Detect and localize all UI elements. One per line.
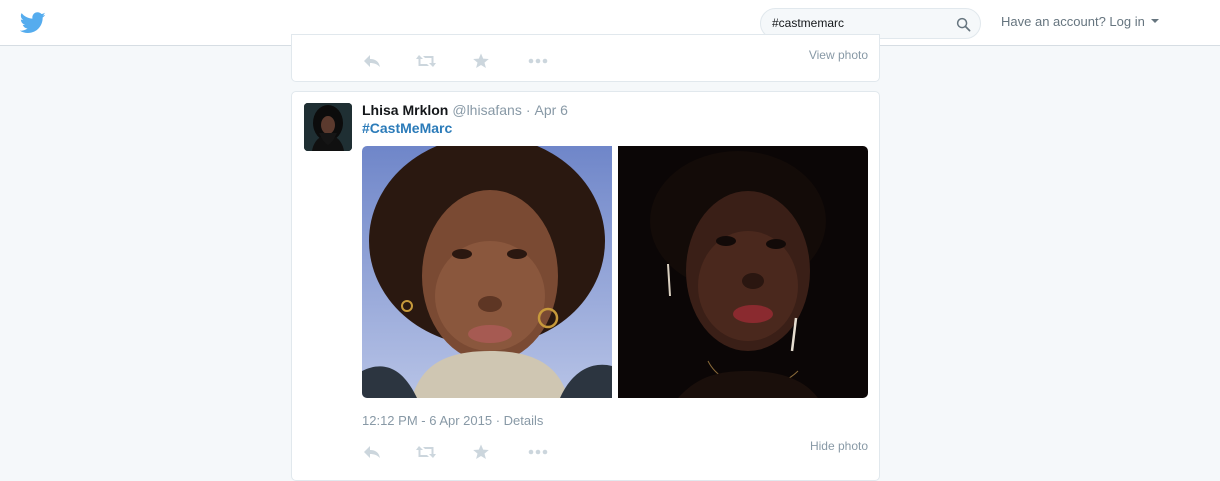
tweet-media	[362, 146, 868, 398]
favorite-icon[interactable]	[472, 444, 494, 462]
tweet-date[interactable]: Apr 6	[535, 102, 568, 118]
reply-icon[interactable]	[362, 444, 384, 462]
twitter-bird-icon[interactable]	[20, 12, 46, 34]
more-icon[interactable]	[527, 444, 549, 462]
tweet-header: Lhisa Mrklon @lhisafans · Apr 6	[362, 102, 568, 118]
more-icon[interactable]	[527, 53, 549, 71]
hashtag-link[interactable]: #CastMeMarc	[362, 120, 452, 136]
login-menu[interactable]: Have an account? Log in	[1001, 14, 1159, 29]
tweet-card[interactable]: View photo	[291, 34, 880, 82]
tweet-author-name[interactable]: Lhisa Mrklon	[362, 102, 448, 118]
tweet-photo[interactable]	[618, 146, 868, 398]
login-link[interactable]: Have an account? Log in	[1001, 14, 1145, 29]
reply-icon[interactable]	[362, 53, 384, 71]
search-input[interactable]: #castmemarc	[772, 16, 844, 30]
search-icon[interactable]	[956, 17, 971, 32]
chevron-down-icon[interactable]	[1150, 18, 1159, 23]
tweet-photo[interactable]	[362, 146, 612, 398]
favorite-icon[interactable]	[472, 53, 494, 71]
tweet-author-handle[interactable]: @lhisafans	[452, 102, 521, 118]
hide-photo-link[interactable]: Hide photo	[810, 439, 868, 453]
tweet-timestamp[interactable]: 12:12 PM - 6 Apr 2015 · Details	[362, 413, 543, 428]
retweet-icon[interactable]	[415, 444, 437, 462]
view-photo-link[interactable]: View photo	[809, 48, 868, 62]
retweet-icon[interactable]	[415, 53, 437, 71]
separator: ·	[525, 102, 531, 118]
avatar[interactable]	[304, 103, 352, 151]
tweet-card[interactable]: Lhisa Mrklon @lhisafans · Apr 6 #CastMeMarc	[291, 91, 880, 481]
